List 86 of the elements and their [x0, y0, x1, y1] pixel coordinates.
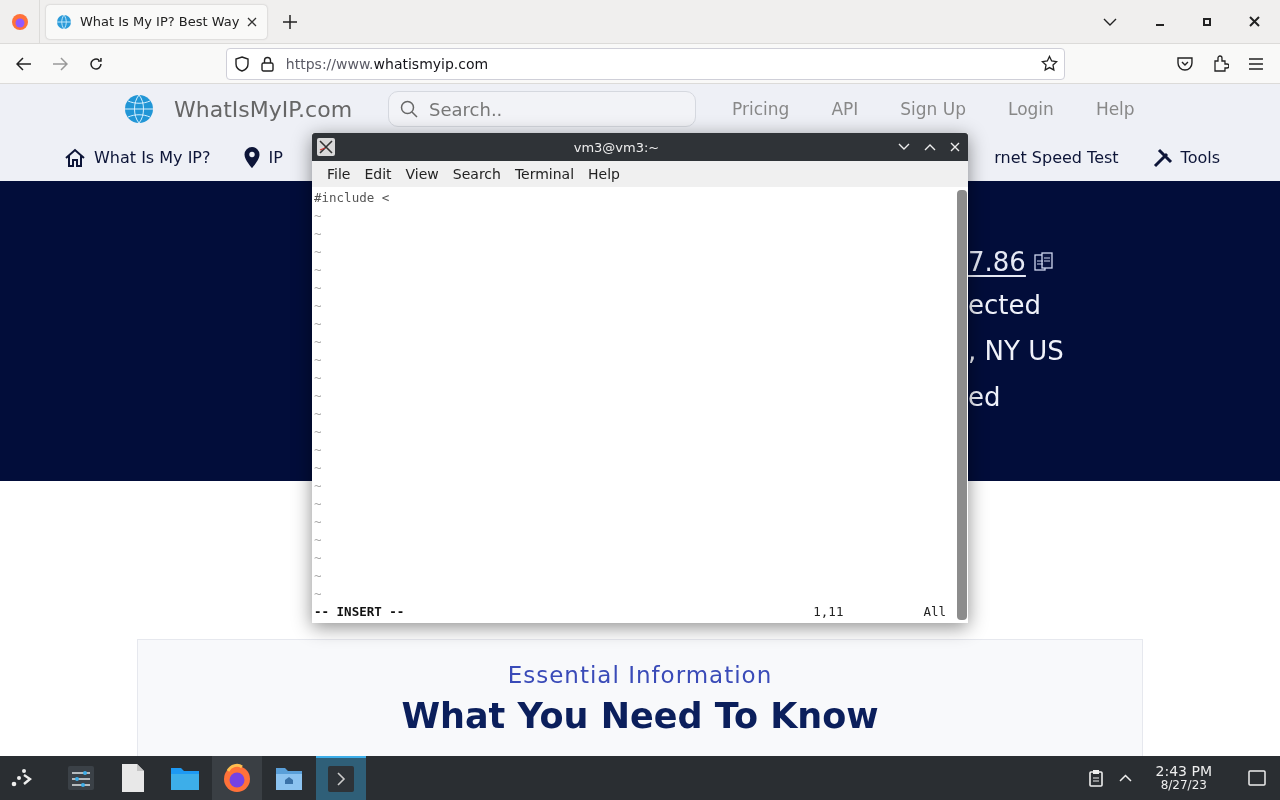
browser-logo-icon [222, 763, 252, 793]
clock-date[interactable]: 8/27/23 [1160, 778, 1207, 792]
browser-tab[interactable]: What Is My IP? Best Way [46, 4, 268, 39]
new-tab-icon[interactable] [283, 14, 298, 29]
window-title: vm3@vm3:~ [572, 139, 661, 155]
shield-icon[interactable] [234, 55, 249, 72]
menu-item[interactable]: Search [445, 166, 508, 183]
minimize-icon[interactable] [898, 143, 910, 152]
x-logo-icon[interactable] [317, 138, 335, 157]
star-icon[interactable] [1041, 55, 1059, 72]
puzzle-icon[interactable] [1213, 55, 1230, 72]
sliders-icon [67, 764, 95, 792]
nav-link[interactable]: Tools [1180, 148, 1220, 167]
empty-line-marker: ~ [314, 387, 323, 405]
empty-line-marker: ~ [314, 531, 323, 549]
empty-line-marker: ~ [314, 549, 323, 567]
pocket-icon[interactable] [1177, 56, 1194, 71]
map-pin-icon[interactable] [244, 147, 261, 168]
reload-icon[interactable] [87, 55, 104, 72]
maximize-icon[interactable] [1203, 17, 1211, 26]
empty-line-marker: ~ [314, 225, 323, 243]
empty-line-marker: ~ [314, 261, 323, 279]
menu-item[interactable]: View [398, 166, 446, 183]
empty-line-marker: ~ [314, 369, 323, 387]
empty-line-marker: ~ [314, 333, 323, 351]
home-icon[interactable] [64, 147, 86, 168]
taskbar-app[interactable] [316, 756, 366, 800]
empty-line-marker: ~ [314, 315, 323, 333]
empty-line-marker: ~ [314, 405, 323, 423]
folder-icon [170, 765, 200, 791]
cursor-position: 1,11 [813, 603, 844, 621]
menu-item[interactable]: Edit [357, 166, 399, 183]
terminal-icon [327, 765, 355, 793]
empty-line-marker: ~ [314, 513, 323, 531]
nav-link[interactable]: rnet Speed Test [994, 148, 1119, 167]
home-folder-icon [275, 765, 303, 791]
empty-line-marker: ~ [314, 567, 323, 585]
empty-line-marker: ~ [314, 351, 323, 369]
close-icon[interactable] [247, 16, 258, 27]
tools-icon[interactable] [1152, 147, 1173, 168]
hero-text: ected [968, 289, 1042, 322]
url-text: https://www.whatismyip.com [285, 55, 489, 72]
back-icon[interactable] [16, 56, 32, 71]
card-heading: What You Need To Know [401, 696, 879, 736]
empty-line-marker: ~ [314, 477, 323, 495]
mode-indicator: -- INSERT -- [314, 603, 405, 621]
scroll-indicator: All [923, 603, 946, 621]
scrollbar-thumb[interactable] [957, 190, 967, 620]
site-logo-text[interactable]: WhatIsMyIP.com [174, 96, 353, 122]
lock-icon[interactable] [260, 55, 274, 72]
browser-logo-icon[interactable] [10, 12, 29, 31]
menu-icon[interactable] [1249, 57, 1264, 70]
globe-icon [56, 13, 72, 30]
empty-line-marker: ~ [314, 585, 323, 603]
taskbar-app[interactable] [212, 756, 262, 800]
empty-line-marker: ~ [314, 279, 323, 297]
menu-item[interactable]: File [320, 166, 358, 183]
empty-line-marker: ~ [314, 441, 323, 459]
nav-link[interactable]: IP [268, 148, 283, 167]
card-eyebrow: Essential Information [507, 662, 773, 688]
document-icon [121, 763, 145, 793]
globe-logo-icon[interactable] [124, 94, 154, 124]
close-icon[interactable] [1249, 16, 1260, 27]
menu-item[interactable]: Help [581, 166, 627, 183]
show-desktop-icon[interactable] [1248, 770, 1266, 786]
ip-address-text[interactable]: 7.86 [968, 247, 1026, 277]
empty-line-marker: ~ [314, 297, 323, 315]
empty-line-marker: ~ [314, 423, 323, 441]
empty-line-marker: ~ [314, 459, 323, 477]
address-bar[interactable]: https://www.whatismyip.com [225, 47, 1066, 80]
search-field[interactable]: Search.. [388, 91, 697, 127]
code-line: #include < [314, 189, 391, 207]
copy-icon[interactable] [1033, 252, 1054, 272]
empty-line-marker: ~ [314, 243, 323, 261]
hero-text: ed [968, 381, 1002, 414]
nav-link[interactable]: What Is My IP? [94, 148, 211, 167]
chevron-down-icon[interactable] [1103, 17, 1117, 26]
empty-line-marker: ~ [314, 495, 323, 513]
menu-item[interactable]: Terminal [507, 166, 582, 183]
empty-line-marker: ~ [314, 207, 323, 225]
caret-up-icon[interactable] [1118, 774, 1132, 782]
clipboard-icon[interactable] [1088, 769, 1103, 787]
clock-time[interactable]: 2:43 PM [1155, 764, 1212, 778]
forward-icon[interactable] [51, 56, 68, 71]
search-icon [400, 100, 419, 118]
hero-text: , NY US [968, 335, 1064, 368]
